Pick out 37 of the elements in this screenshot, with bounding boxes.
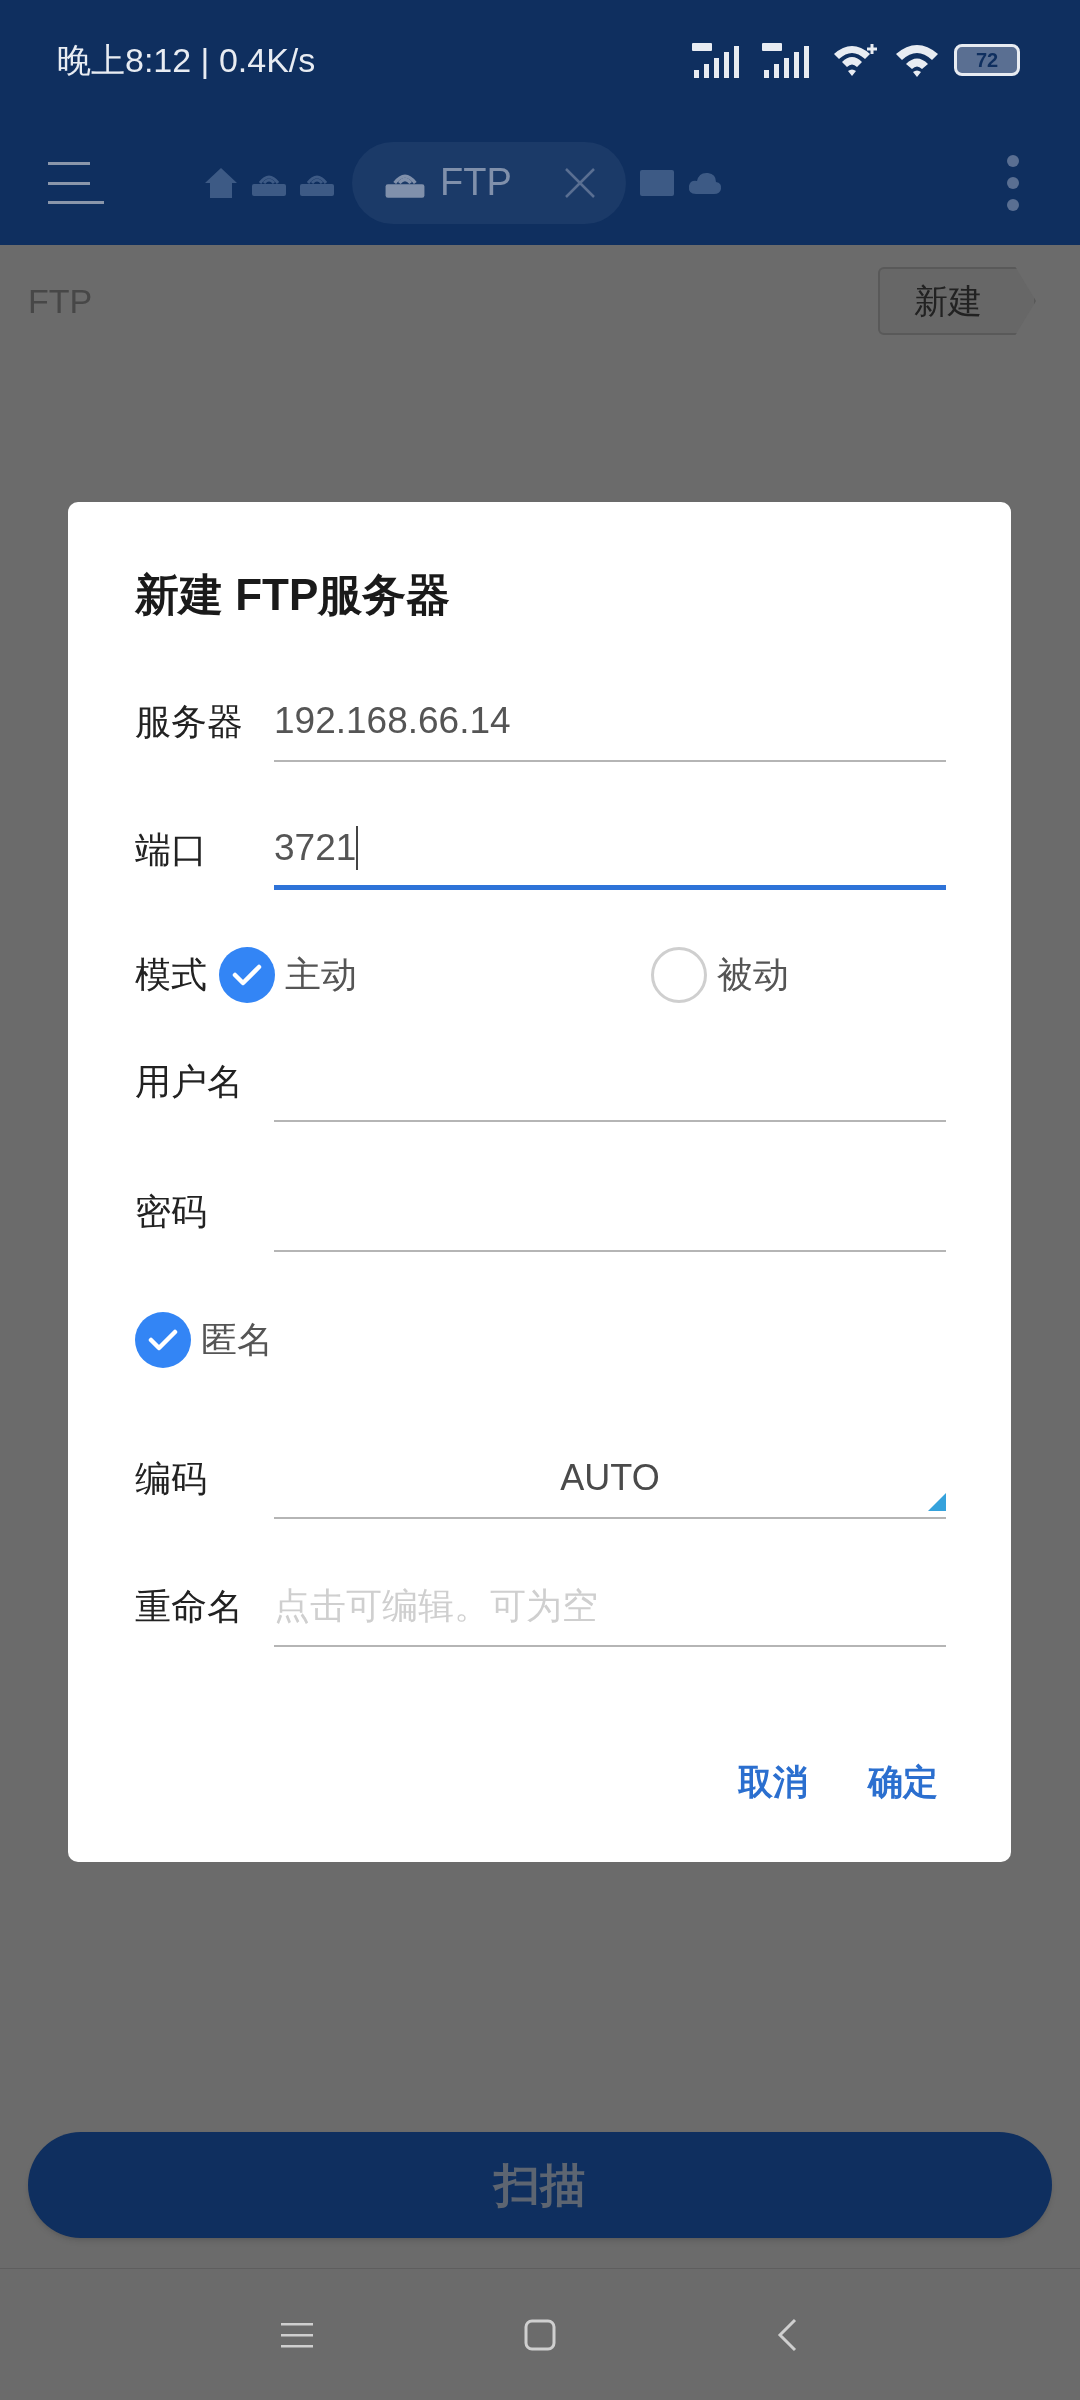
- new-button[interactable]: 新建: [878, 267, 1036, 335]
- dropdown[interactable]: AUTO: [274, 1439, 946, 1519]
- checkbox-label[interactable]: 匿名: [201, 1313, 273, 1367]
- checkbox[interactable]: [135, 1312, 191, 1368]
- radio-button[interactable]: [219, 947, 275, 1003]
- field-label: 模式: [135, 953, 207, 997]
- status-time: 晚上8:12 | 0.4K/s: [57, 39, 316, 81]
- home-square-icon[interactable]: [524, 2318, 556, 2351]
- input-field[interactable]: 192.168.66.14: [274, 682, 946, 762]
- film-icon[interactable]: [640, 167, 674, 198]
- field-label: 密码: [135, 1190, 208, 1234]
- radio-label[interactable]: 主动: [285, 948, 357, 1002]
- checkmark-icon: [148, 1329, 178, 1351]
- checkmark-icon: [232, 964, 262, 986]
- dialog-button[interactable]: 取消: [738, 1747, 808, 1817]
- field-label: 重命名: [135, 1585, 244, 1629]
- battery-level: 72: [975, 50, 999, 70]
- menu-icon[interactable]: [281, 2321, 313, 2348]
- home-icon[interactable]: [204, 166, 238, 199]
- dialog-button[interactable]: 确定: [868, 1747, 938, 1817]
- dialog-title: 新建 FTP服务器: [135, 569, 452, 621]
- field-label: 用户名: [135, 1060, 244, 1104]
- radio-label[interactable]: 被动: [717, 948, 789, 1002]
- more-icon[interactable]: [1006, 153, 1020, 212]
- input-field[interactable]: 3721: [274, 810, 946, 890]
- dropdown-triangle-icon: [928, 1493, 946, 1511]
- field-label: 端口: [135, 828, 208, 872]
- menu-icon[interactable]: [48, 159, 104, 206]
- text-cursor-icon: [356, 825, 359, 870]
- field-label: 编码: [135, 1457, 208, 1501]
- close-icon[interactable]: [564, 166, 596, 199]
- field-label: 服务器: [135, 700, 244, 744]
- back-icon[interactable]: [777, 2317, 797, 2352]
- tab-label: FTP: [440, 160, 512, 205]
- radio-button[interactable]: [651, 947, 707, 1003]
- tab[interactable]: FTP: [352, 141, 626, 224]
- cloud-icon[interactable]: [688, 170, 722, 195]
